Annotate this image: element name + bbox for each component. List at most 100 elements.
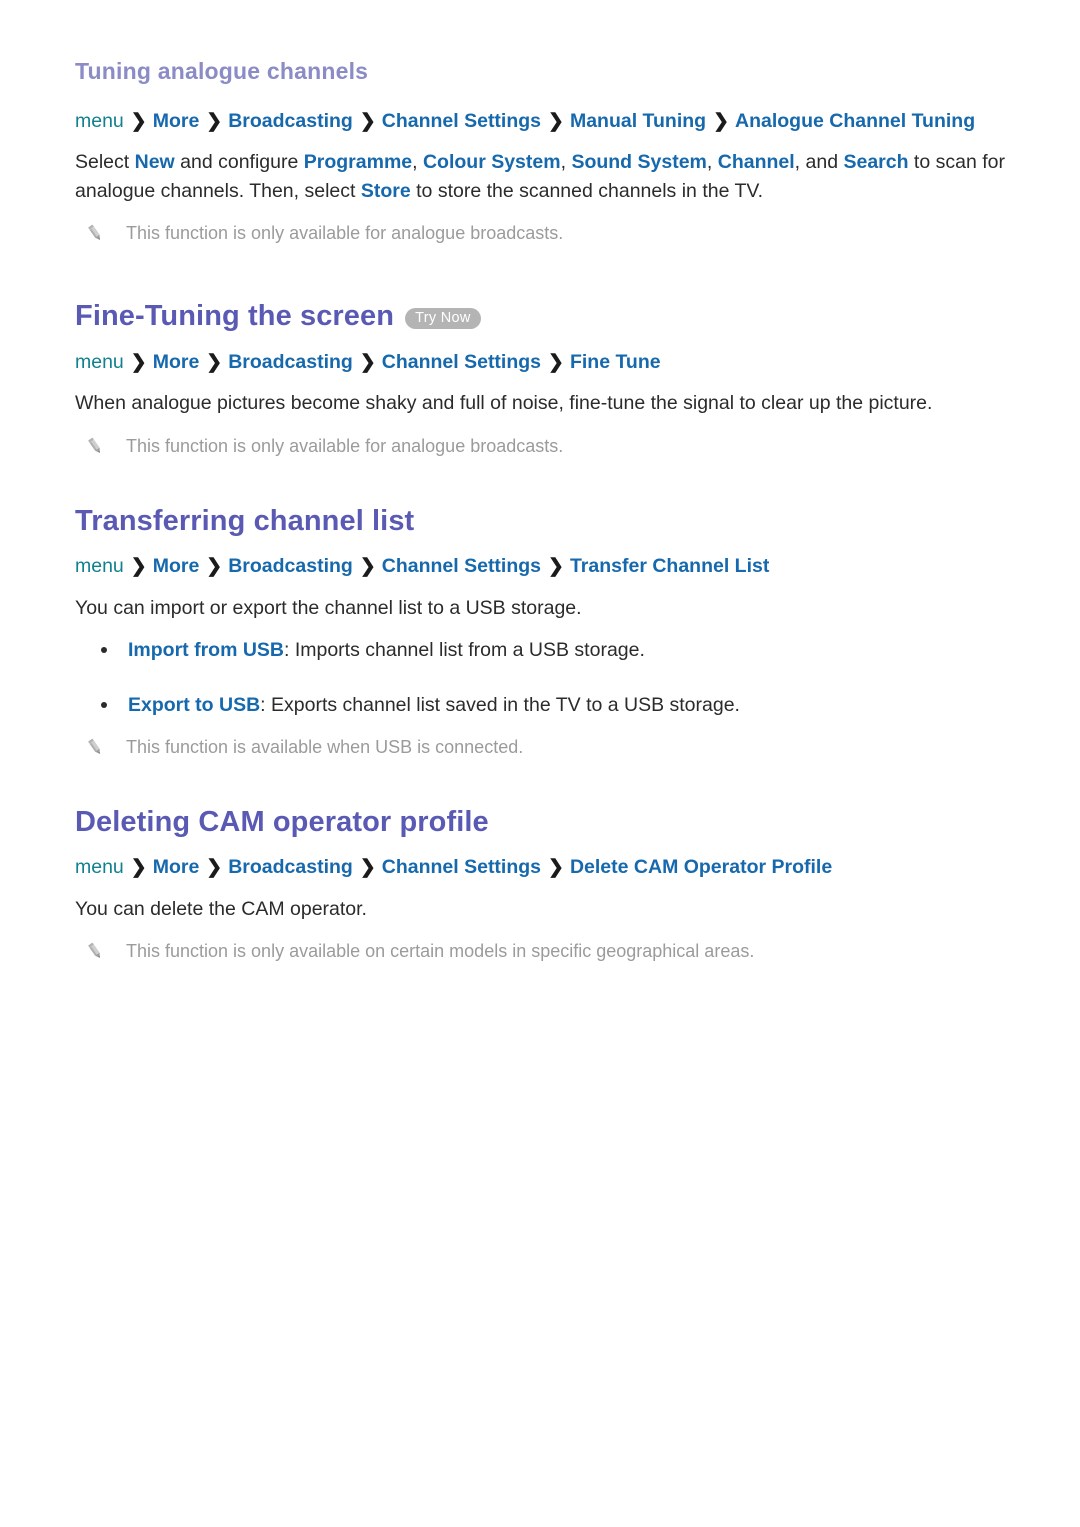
breadcrumb-item[interactable]: More bbox=[153, 856, 200, 878]
page-title: Transferring channel list bbox=[75, 503, 1008, 539]
note-text: This function is available when USB is c… bbox=[126, 736, 524, 757]
breadcrumb-separator-icon: ❯ bbox=[206, 556, 223, 578]
breadcrumb-separator-icon: ❯ bbox=[359, 351, 376, 373]
page-title: Fine-Tuning the screen Try Now bbox=[75, 298, 1008, 334]
note-line: This function is only available on certa… bbox=[75, 939, 1008, 964]
breadcrumb-separator-icon: ❯ bbox=[130, 556, 147, 578]
heading-text: Deleting CAM operator profile bbox=[75, 805, 489, 838]
paragraph-text: You can import or export the channel lis… bbox=[75, 596, 582, 619]
breadcrumb-separator-icon: ❯ bbox=[548, 110, 564, 132]
breadcrumb-separator-icon: ❯ bbox=[548, 556, 564, 578]
pencil-icon bbox=[84, 736, 106, 758]
breadcrumb-item[interactable]: menu bbox=[75, 856, 124, 878]
note-text: This function is only available for anal… bbox=[126, 435, 564, 456]
breadcrumb: menu ❯ More ❯ Broadcasting ❯ Channel Settings ❯… bbox=[75, 108, 1008, 135]
paragraph-text: , and bbox=[794, 151, 844, 174]
breadcrumb-item[interactable]: Fine Tune bbox=[570, 351, 661, 373]
list-item: Export to USB: Exports channel list save… bbox=[75, 691, 1008, 719]
section-paragraph: When analogue pictures become shaky and … bbox=[75, 389, 1005, 417]
paragraph-text: Select bbox=[75, 151, 135, 174]
list-item-term[interactable]: Export to USB bbox=[128, 694, 260, 716]
section-transferring-channel-list: Transferring channel list menu ❯ More ❯ Broad… bbox=[75, 503, 1008, 760]
try-now-badge[interactable]: Try Now bbox=[405, 307, 481, 330]
breadcrumb-separator-icon: ❯ bbox=[206, 857, 223, 879]
breadcrumb-item[interactable]: More bbox=[153, 351, 200, 373]
breadcrumb-item[interactable]: Transfer Channel List bbox=[570, 555, 769, 577]
breadcrumb-item[interactable]: Broadcasting bbox=[228, 856, 353, 878]
breadcrumb-item[interactable]: Analogue Channel Tuning bbox=[735, 110, 975, 132]
breadcrumb-separator-icon: ❯ bbox=[130, 110, 147, 132]
breadcrumb-separator-icon: ❯ bbox=[359, 110, 376, 132]
bullet-dot-icon bbox=[101, 647, 107, 654]
breadcrumb-item[interactable]: Delete CAM Operator Profile bbox=[570, 856, 832, 878]
paragraph-text: When analogue pictures become shaky and … bbox=[75, 392, 933, 415]
note-text: This function is only available on certa… bbox=[126, 941, 755, 962]
bullet-dot-icon bbox=[101, 701, 107, 708]
list-item-description: : Exports channel list saved in the TV t… bbox=[260, 693, 740, 716]
note-text: This function is only available for anal… bbox=[126, 223, 564, 244]
sections-container: Tuning analogue channels menu ❯ More ❯ Broadc… bbox=[75, 58, 1008, 965]
breadcrumb-item[interactable]: menu bbox=[75, 555, 124, 577]
bullet-list: Import from USB: Imports channel list fr… bbox=[75, 636, 1008, 719]
breadcrumb-item[interactable]: Broadcasting bbox=[228, 555, 353, 577]
breadcrumb-separator-icon: ❯ bbox=[359, 556, 376, 578]
keyword-link[interactable]: Colour System bbox=[423, 151, 561, 173]
page-title: Tuning analogue channels bbox=[75, 58, 1008, 86]
pencil-icon bbox=[84, 435, 106, 457]
page-title: Deleting CAM operator profile bbox=[75, 804, 1008, 840]
breadcrumb-item[interactable]: More bbox=[153, 555, 200, 577]
list-item-description: : Imports channel list from a USB storag… bbox=[284, 639, 645, 662]
list-item: Import from USB: Imports channel list fr… bbox=[75, 636, 1008, 664]
breadcrumb-separator-icon: ❯ bbox=[206, 351, 223, 373]
breadcrumb-item[interactable]: menu bbox=[75, 110, 124, 132]
heading-text: Transferring channel list bbox=[75, 504, 415, 537]
section-fine-tuning-the-screen: Fine-Tuning the screen Try Now menu ❯ More ❯ B… bbox=[75, 298, 1008, 459]
breadcrumb-separator-icon: ❯ bbox=[548, 351, 564, 373]
breadcrumb-item[interactable]: Channel Settings bbox=[382, 555, 541, 577]
breadcrumb-separator-icon: ❯ bbox=[548, 857, 564, 879]
breadcrumb-item[interactable]: Channel Settings bbox=[382, 110, 541, 132]
breadcrumb-separator-icon: ❯ bbox=[359, 857, 376, 879]
breadcrumb: menu ❯ More ❯ Broadcasting ❯ Channel Settings ❯… bbox=[75, 854, 1008, 881]
breadcrumb-separator-icon: ❯ bbox=[206, 110, 223, 132]
keyword-link[interactable]: Programme bbox=[304, 151, 412, 173]
manual-page: Tuning analogue channels menu ❯ More ❯ Broadc… bbox=[0, 0, 1080, 1527]
paragraph-text: , bbox=[412, 151, 423, 174]
breadcrumb-separator-icon: ❯ bbox=[713, 110, 729, 132]
note-line: This function is only available for anal… bbox=[75, 221, 1008, 246]
heading-text: Tuning analogue channels bbox=[75, 58, 369, 84]
section-deleting-cam-operator-profile: Deleting CAM operator profile menu ❯ More ❯ B… bbox=[75, 804, 1008, 965]
breadcrumb-item[interactable]: Broadcasting bbox=[228, 351, 353, 373]
breadcrumb: menu ❯ More ❯ Broadcasting ❯ Channel Settings ❯… bbox=[75, 349, 1008, 376]
breadcrumb-separator-icon: ❯ bbox=[130, 351, 147, 373]
breadcrumb: menu ❯ More ❯ Broadcasting ❯ Channel Settings ❯… bbox=[75, 553, 1008, 580]
paragraph-text: , bbox=[560, 151, 572, 174]
breadcrumb-separator-icon: ❯ bbox=[130, 857, 147, 879]
breadcrumb-item[interactable]: Channel Settings bbox=[382, 351, 541, 373]
breadcrumb-item[interactable]: Channel Settings bbox=[382, 856, 541, 878]
breadcrumb-item[interactable]: Manual Tuning bbox=[570, 110, 706, 132]
pencil-icon bbox=[84, 940, 106, 962]
section-paragraph: You can delete the CAM operator. bbox=[75, 895, 1005, 923]
paragraph-text: and configure bbox=[174, 151, 304, 174]
keyword-link[interactable]: Sound System bbox=[571, 151, 706, 173]
keyword-link[interactable]: Store bbox=[361, 180, 411, 202]
keyword-link[interactable]: New bbox=[135, 151, 175, 173]
section-tuning-analogue-channels: Tuning analogue channels menu ❯ More ❯ Broadc… bbox=[75, 58, 1008, 246]
breadcrumb-item[interactable]: menu bbox=[75, 351, 124, 373]
note-line: This function is only available for anal… bbox=[75, 434, 1008, 459]
keyword-link[interactable]: Channel bbox=[718, 151, 795, 173]
paragraph-text: , bbox=[706, 151, 718, 174]
heading-text: Fine-Tuning the screen bbox=[75, 300, 395, 333]
breadcrumb-item[interactable]: Broadcasting bbox=[228, 110, 353, 132]
paragraph-text: to store the scanned channels in the TV. bbox=[410, 179, 764, 202]
list-item-term[interactable]: Import from USB bbox=[128, 639, 284, 661]
note-line: This function is available when USB is c… bbox=[75, 735, 1008, 760]
breadcrumb-item[interactable]: More bbox=[153, 110, 200, 132]
section-paragraph: Select New and configure Programme, Colo… bbox=[75, 148, 1005, 205]
section-paragraph: You can import or export the channel lis… bbox=[75, 594, 1005, 622]
keyword-link[interactable]: Search bbox=[843, 151, 908, 173]
